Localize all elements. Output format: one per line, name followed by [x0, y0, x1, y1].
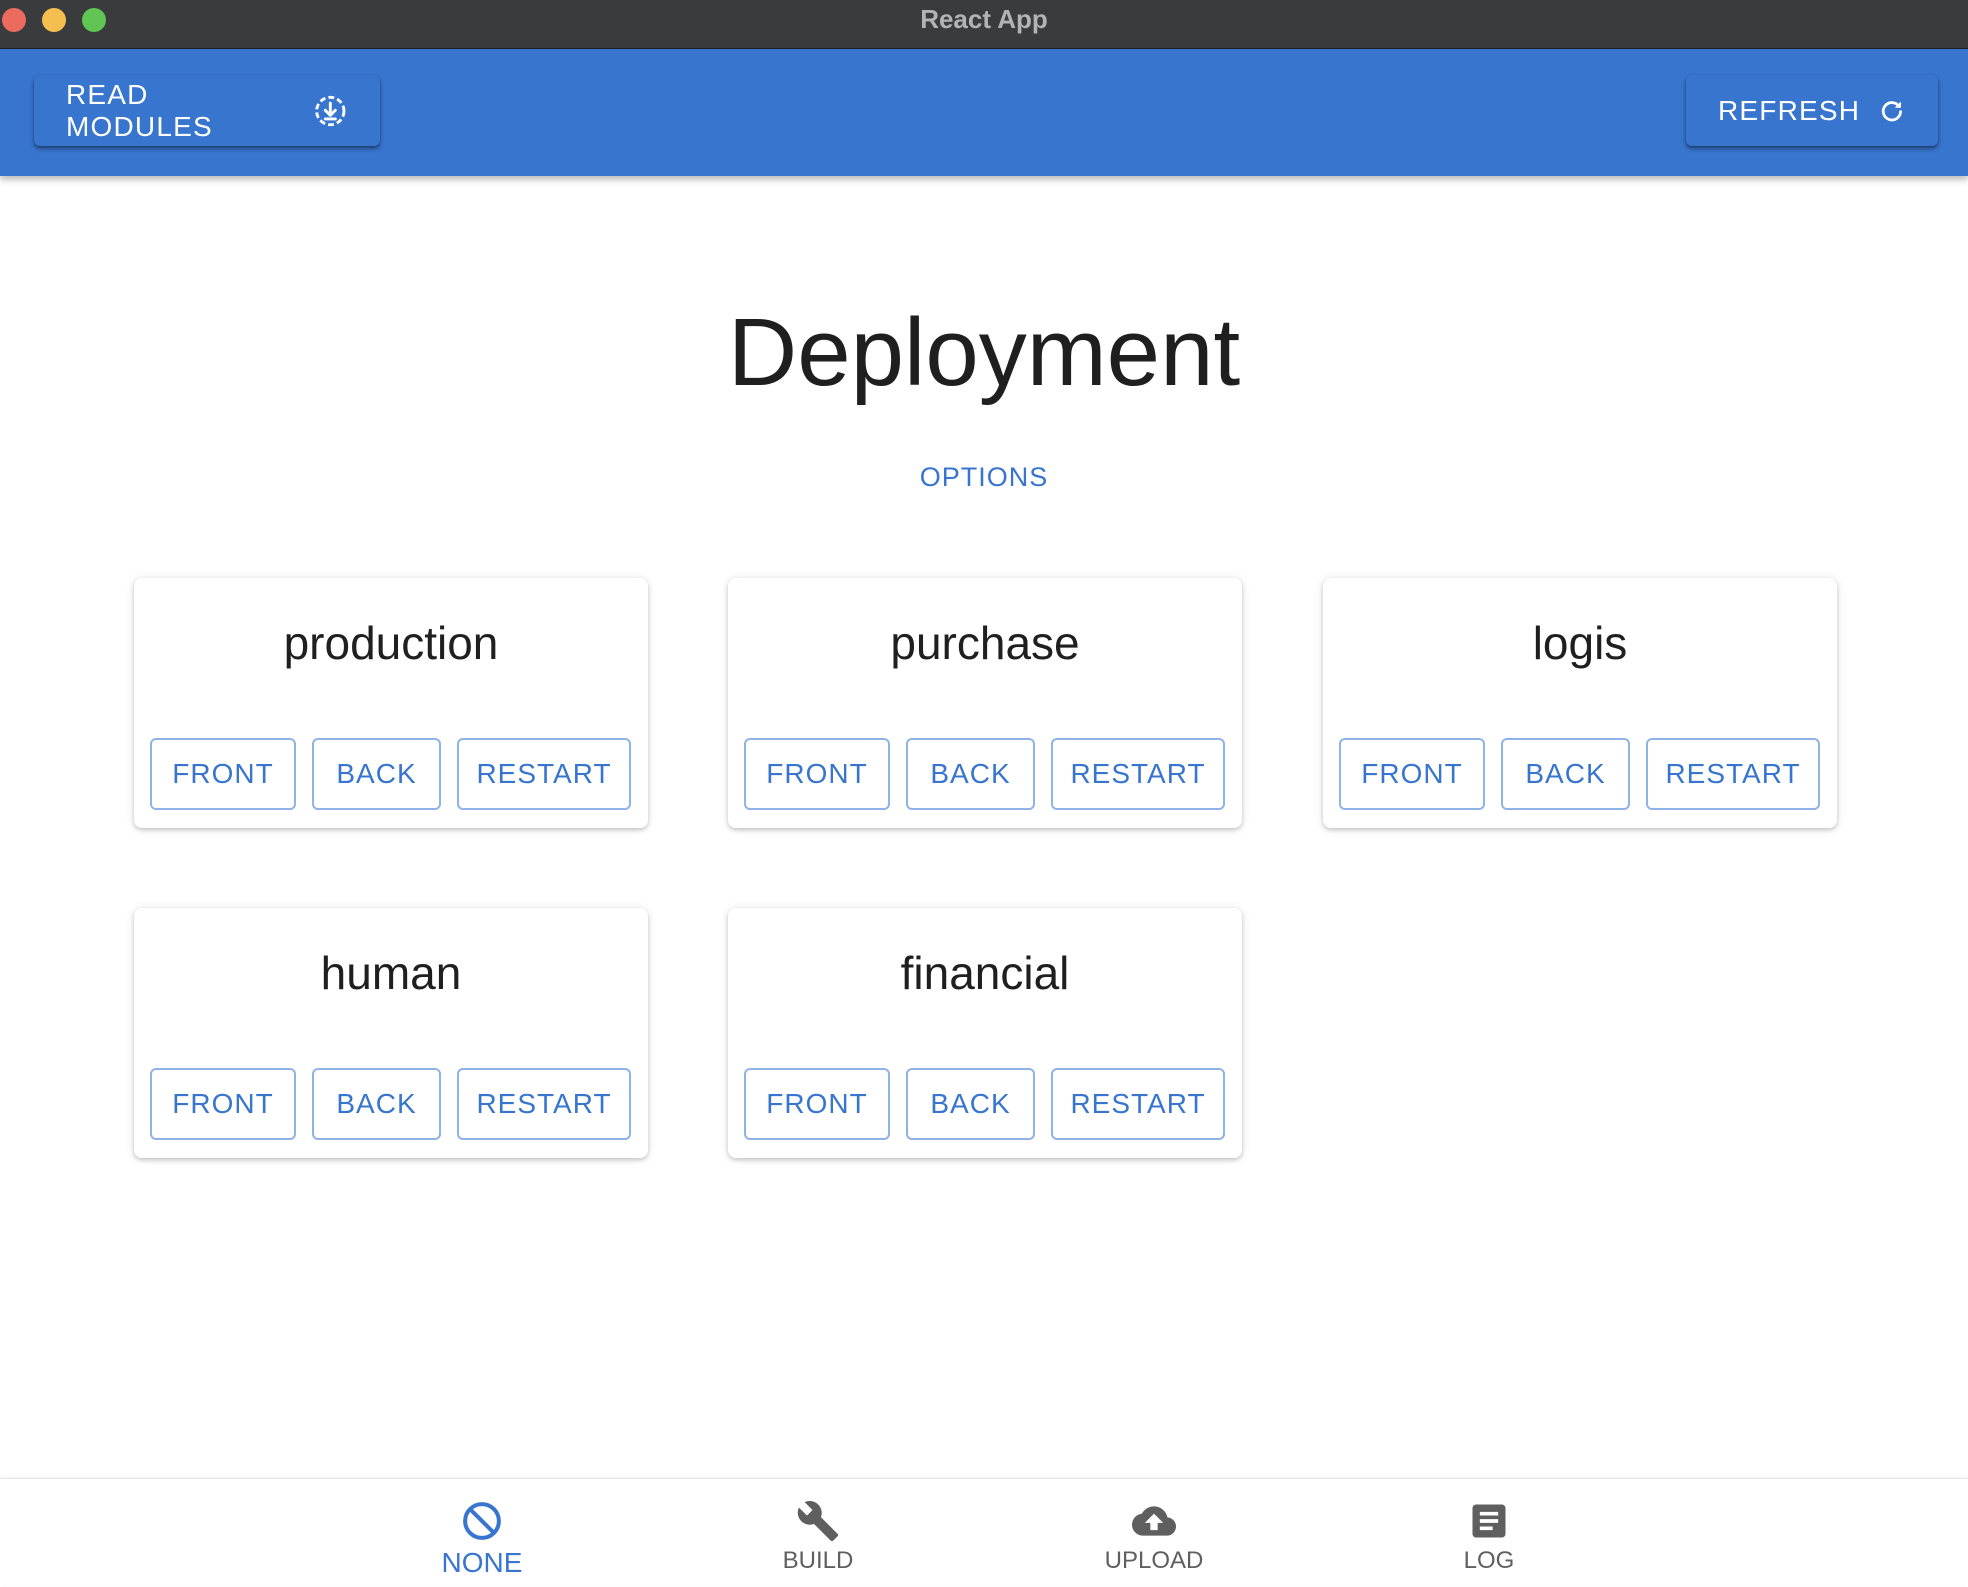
read-modules-button[interactable]: READ MODULES [34, 75, 380, 146]
front-button[interactable]: FRONT [1339, 738, 1485, 810]
window-titlebar: React App [0, 0, 1968, 49]
app-bar: READ MODULES REFRESH [0, 49, 1968, 176]
back-button[interactable]: BACK [906, 738, 1035, 810]
front-button[interactable]: FRONT [150, 1068, 296, 1140]
nav-label: LOG [1463, 1547, 1515, 1574]
module-name: production [283, 617, 499, 669]
back-button[interactable]: BACK [312, 1068, 441, 1140]
module-card-purchase: purchase FRONT BACK RESTART [728, 578, 1242, 828]
front-button[interactable]: FRONT [744, 1068, 890, 1140]
bottom-navigation: NONE BUILD UPLOAD LOG [0, 1478, 1968, 1586]
back-button[interactable]: BACK [906, 1068, 1035, 1140]
cloud-upload-icon [1132, 1506, 1176, 1536]
module-name: logis [1532, 617, 1628, 669]
back-button[interactable]: BACK [312, 738, 441, 810]
restart-button[interactable]: RESTART [457, 738, 631, 810]
document-icon [1472, 1504, 1506, 1538]
refresh-icon [1882, 100, 1903, 121]
front-button[interactable]: FRONT [744, 738, 890, 810]
nav-item-build[interactable]: BUILD [718, 1479, 918, 1587]
front-button[interactable]: FRONT [150, 738, 296, 810]
nav-label: UPLOAD [1104, 1547, 1204, 1574]
restart-button[interactable]: RESTART [1051, 1068, 1225, 1140]
module-card-production: production FRONT BACK RESTART [134, 578, 648, 828]
refresh-button[interactable]: REFRESH [1686, 75, 1938, 146]
restart-button[interactable]: RESTART [1051, 738, 1225, 810]
nav-label: BUILD [782, 1547, 854, 1574]
module-card-financial: financial FRONT BACK RESTART [728, 908, 1242, 1158]
download-circle-icon [315, 95, 346, 126]
window-title: React App [920, 4, 1048, 34]
block-icon [463, 1502, 501, 1540]
module-card-logis: logis FRONT BACK RESTART [1323, 578, 1837, 828]
nav-item-none[interactable]: NONE [382, 1479, 582, 1587]
options-button[interactable]: OPTIONS [0, 462, 1968, 493]
nav-item-log[interactable]: LOG [1389, 1479, 1589, 1587]
restart-button[interactable]: RESTART [457, 1068, 631, 1140]
back-button[interactable]: BACK [1501, 738, 1630, 810]
nav-label: NONE [441, 1547, 523, 1578]
module-name: human [320, 947, 462, 999]
nav-item-upload[interactable]: UPLOAD [1054, 1479, 1254, 1587]
module-card-human: human FRONT BACK RESTART [134, 908, 648, 1158]
page-title: Deployment [727, 299, 1241, 406]
module-name: financial [900, 947, 1070, 999]
refresh-label: REFRESH [1718, 94, 1861, 126]
module-name: purchase [890, 617, 1080, 669]
read-modules-label: READ MODULES [66, 78, 213, 142]
wrench-icon [797, 1501, 839, 1542]
restart-button[interactable]: RESTART [1646, 738, 1820, 810]
